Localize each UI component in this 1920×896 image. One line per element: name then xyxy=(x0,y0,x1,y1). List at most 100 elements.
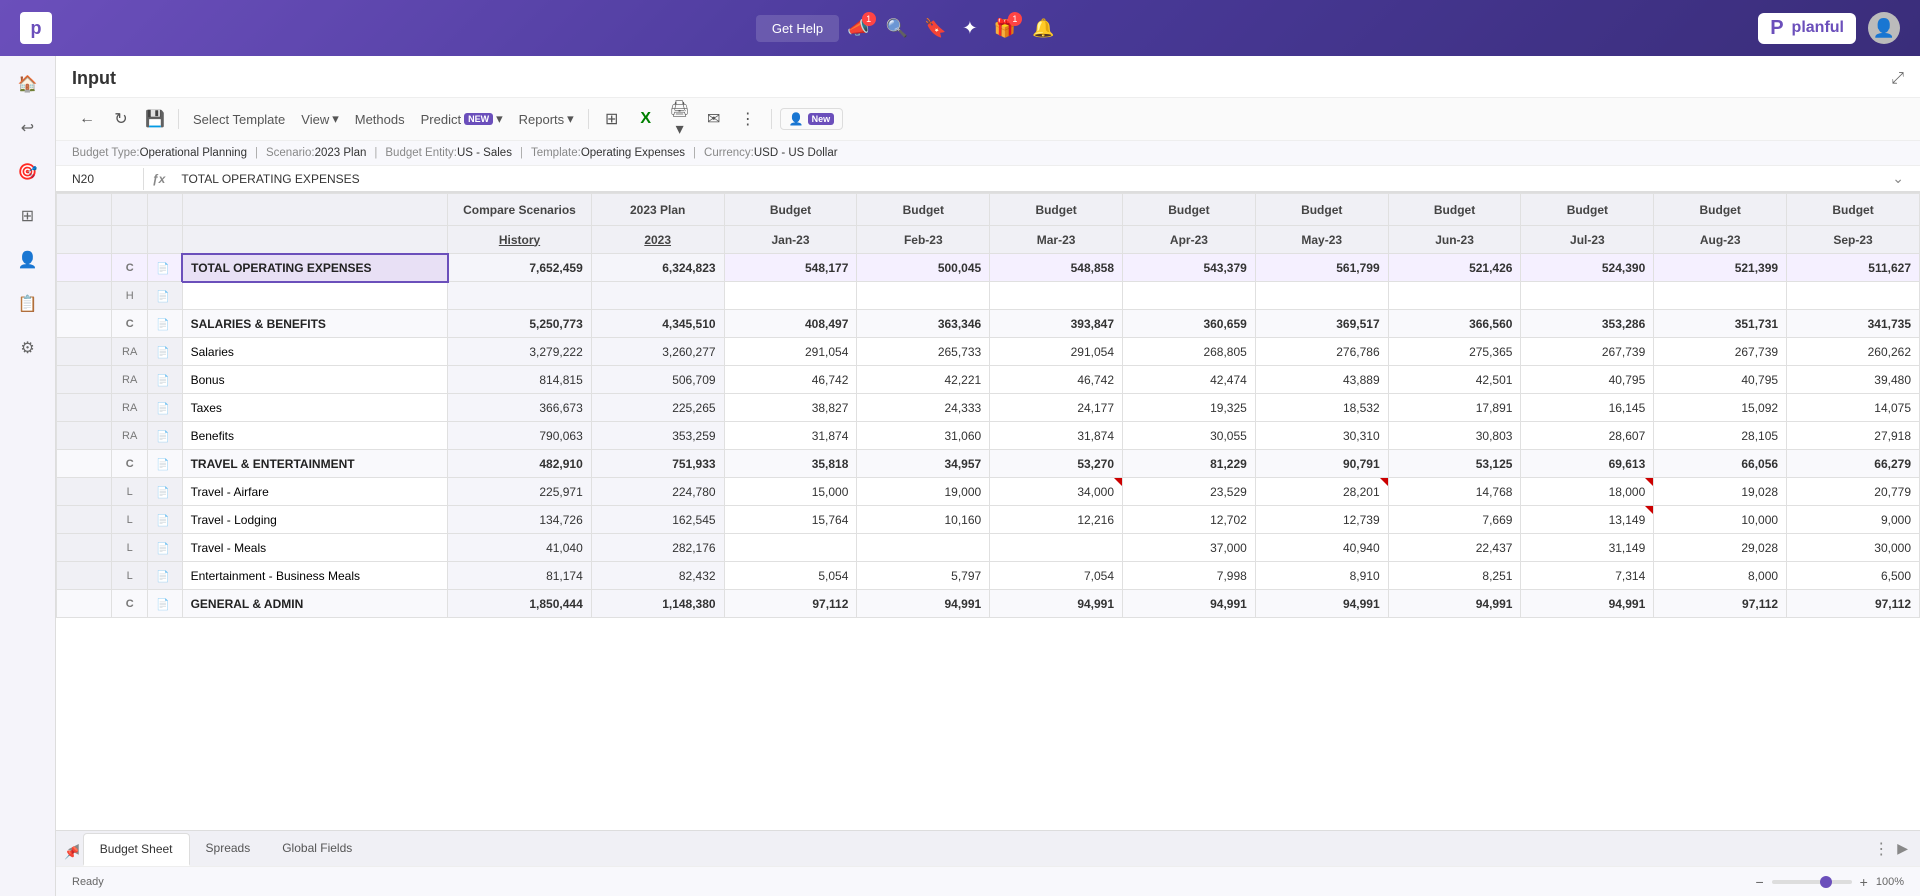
more-options-button[interactable]: ⋮ xyxy=(733,104,763,134)
compass-icon[interactable]: ✦ xyxy=(962,18,977,39)
sidebar-settings-icon[interactable]: ⚙ xyxy=(8,328,48,368)
tab-global-fields[interactable]: Global Fields xyxy=(266,833,368,865)
data-cell[interactable]: 31,874 xyxy=(990,422,1123,450)
data-cell[interactable]: 5,054 xyxy=(724,562,857,590)
data-cell[interactable]: 1,850,444 xyxy=(448,590,592,618)
user-new-area[interactable]: 👤 New xyxy=(780,108,843,130)
data-cell[interactable]: 42,221 xyxy=(857,366,990,394)
data-cell[interactable]: 291,054 xyxy=(990,338,1123,366)
back-button[interactable]: ← xyxy=(72,104,102,134)
data-cell[interactable]: 14,768 xyxy=(1388,478,1521,506)
data-cell[interactable]: 7,054 xyxy=(990,562,1123,590)
data-cell[interactable]: 561,799 xyxy=(1255,254,1388,282)
cell-reference[interactable]: N20 xyxy=(64,168,144,190)
zoom-minus-button[interactable]: − xyxy=(1755,874,1763,890)
data-cell[interactable]: 506,709 xyxy=(591,366,724,394)
data-cell[interactable] xyxy=(1255,282,1388,310)
data-cell[interactable]: 82,432 xyxy=(591,562,724,590)
get-help-button[interactable]: Get Help xyxy=(756,15,839,42)
data-cell[interactable]: 482,910 xyxy=(448,450,592,478)
data-cell[interactable]: 23,529 xyxy=(1123,478,1256,506)
data-cell[interactable]: 35,818 xyxy=(724,450,857,478)
data-cell[interactable]: 40,940 xyxy=(1255,534,1388,562)
data-cell[interactable] xyxy=(724,282,857,310)
data-cell[interactable]: 97,112 xyxy=(1654,590,1787,618)
view-button[interactable]: View ▾ xyxy=(295,107,344,131)
data-cell[interactable]: 369,517 xyxy=(1255,310,1388,338)
data-cell[interactable]: 8,000 xyxy=(1654,562,1787,590)
data-cell[interactable]: 30,803 xyxy=(1388,422,1521,450)
formula-content[interactable]: TOTAL OPERATING EXPENSES xyxy=(173,168,1884,190)
data-cell[interactable]: 28,105 xyxy=(1654,422,1787,450)
bookmark-icon[interactable]: 🔖 xyxy=(924,18,946,39)
data-cell[interactable]: 38,827 xyxy=(724,394,857,422)
data-cell[interactable]: 31,874 xyxy=(724,422,857,450)
data-cell[interactable]: 29,028 xyxy=(1654,534,1787,562)
row-name-cell[interactable]: GENERAL & ADMIN xyxy=(182,590,448,618)
data-cell[interactable] xyxy=(1521,282,1654,310)
data-cell[interactable]: 260,262 xyxy=(1787,338,1920,366)
data-cell[interactable] xyxy=(448,282,592,310)
data-cell[interactable]: 46,742 xyxy=(990,366,1123,394)
data-cell[interactable]: 6,324,823 xyxy=(591,254,724,282)
data-cell[interactable]: 94,991 xyxy=(1521,590,1654,618)
data-cell[interactable]: 94,991 xyxy=(857,590,990,618)
data-cell[interactable]: 94,991 xyxy=(1388,590,1521,618)
data-cell[interactable]: 13,149 xyxy=(1521,506,1654,534)
data-cell[interactable]: 162,545 xyxy=(591,506,724,534)
data-cell[interactable]: 43,889 xyxy=(1255,366,1388,394)
row-name-cell[interactable]: Travel - Meals xyxy=(182,534,448,562)
data-cell[interactable]: 500,045 xyxy=(857,254,990,282)
data-cell[interactable]: 97,112 xyxy=(1787,590,1920,618)
data-cell[interactable] xyxy=(857,282,990,310)
data-cell[interactable]: 14,075 xyxy=(1787,394,1920,422)
data-cell[interactable]: 268,805 xyxy=(1123,338,1256,366)
data-cell[interactable]: 39,480 xyxy=(1787,366,1920,394)
data-cell[interactable]: 3,279,222 xyxy=(448,338,592,366)
data-cell[interactable]: 5,250,773 xyxy=(448,310,592,338)
row-name-cell[interactable]: Travel - Airfare xyxy=(182,478,448,506)
row-name-cell[interactable] xyxy=(182,282,448,310)
data-cell[interactable]: 41,040 xyxy=(448,534,592,562)
data-cell[interactable]: 37,000 xyxy=(1123,534,1256,562)
data-cell[interactable]: 408,497 xyxy=(724,310,857,338)
data-cell[interactable]: 267,739 xyxy=(1654,338,1787,366)
data-cell[interactable]: 1,148,380 xyxy=(591,590,724,618)
data-cell[interactable]: 393,847 xyxy=(990,310,1123,338)
data-cell[interactable]: 12,739 xyxy=(1255,506,1388,534)
data-cell[interactable] xyxy=(724,534,857,562)
data-cell[interactable]: 53,125 xyxy=(1388,450,1521,478)
data-cell[interactable] xyxy=(1654,282,1787,310)
data-cell[interactable] xyxy=(1123,282,1256,310)
data-cell[interactable]: 30,055 xyxy=(1123,422,1256,450)
data-cell[interactable]: 18,000 xyxy=(1521,478,1654,506)
refresh-button[interactable]: ↻ xyxy=(106,104,136,134)
print-button[interactable]: 🖨 ▾ xyxy=(665,104,695,134)
data-cell[interactable]: 751,933 xyxy=(591,450,724,478)
data-cell[interactable]: 814,815 xyxy=(448,366,592,394)
data-cell[interactable] xyxy=(1787,282,1920,310)
data-cell[interactable]: 15,092 xyxy=(1654,394,1787,422)
save-button[interactable]: 💾 xyxy=(140,104,170,134)
data-cell[interactable]: 27,918 xyxy=(1787,422,1920,450)
sidebar-clipboard-icon[interactable]: 📋 xyxy=(8,284,48,324)
data-cell[interactable]: 225,265 xyxy=(591,394,724,422)
data-cell[interactable]: 94,991 xyxy=(1255,590,1388,618)
data-cell[interactable]: 53,270 xyxy=(990,450,1123,478)
email-button[interactable]: ✉ xyxy=(699,104,729,134)
user-avatar[interactable]: 👤 xyxy=(1868,12,1900,44)
bell-icon[interactable]: 🔔 xyxy=(1032,18,1054,39)
sidebar-home-icon[interactable]: 🏠 xyxy=(8,64,48,104)
data-cell[interactable]: 366,560 xyxy=(1388,310,1521,338)
data-cell[interactable]: 353,259 xyxy=(591,422,724,450)
data-cell[interactable]: 511,627 xyxy=(1787,254,1920,282)
data-cell[interactable]: 34,957 xyxy=(857,450,990,478)
data-cell[interactable]: 34,000 xyxy=(990,478,1123,506)
spreadsheet[interactable]: Compare Scenarios 2023 Plan Budget Budge… xyxy=(56,193,1920,830)
data-cell[interactable]: 341,735 xyxy=(1787,310,1920,338)
data-cell[interactable]: 548,858 xyxy=(990,254,1123,282)
data-cell[interactable]: 524,390 xyxy=(1521,254,1654,282)
data-cell[interactable]: 24,333 xyxy=(857,394,990,422)
data-cell[interactable]: 28,201 xyxy=(1255,478,1388,506)
sidebar-back-icon[interactable]: ↩ xyxy=(8,108,48,148)
